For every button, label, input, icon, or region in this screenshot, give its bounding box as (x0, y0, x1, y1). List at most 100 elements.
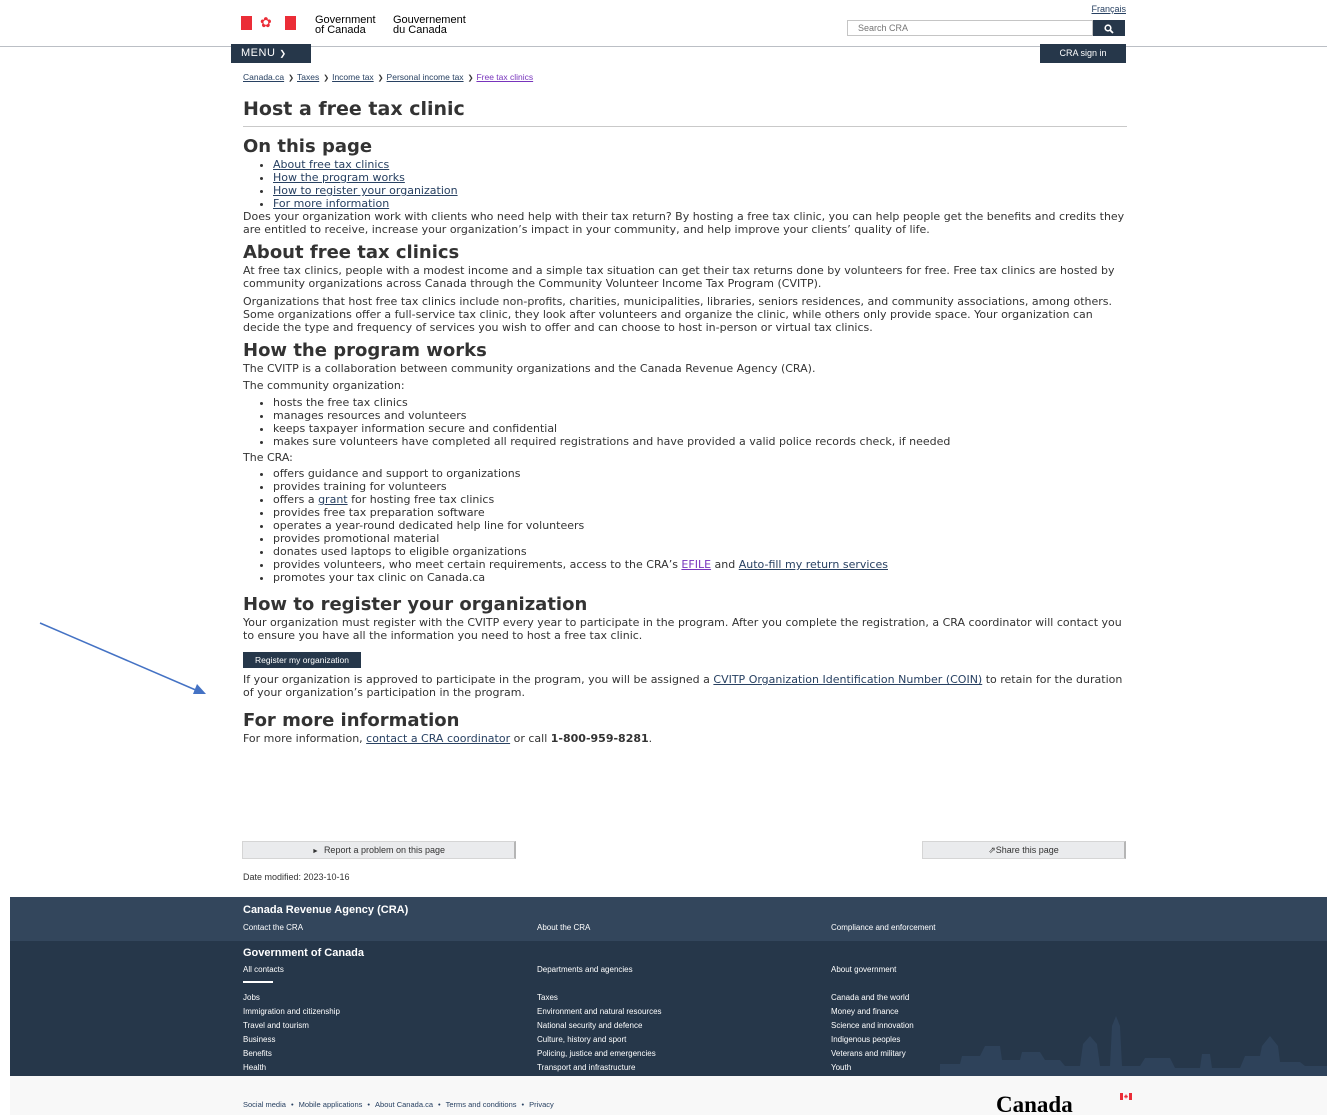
list-item: provides training for volunteers (273, 480, 1127, 493)
community-list: hosts the free tax clinics manages resou… (243, 396, 1127, 448)
cra-list: offers guidance and support to organizat… (243, 467, 1127, 584)
list-item: makes sure volunteers have completed all… (273, 435, 1127, 448)
breadcrumb-taxes[interactable]: Taxes (297, 72, 319, 82)
toc-link-register[interactable]: How to register your organization (273, 184, 458, 197)
more-info-heading: For more information (243, 710, 460, 731)
canada-flag-icon: ✿ (241, 15, 296, 31)
footer-theme-link[interactable]: Business (243, 1035, 275, 1044)
footer-theme-link[interactable]: Immigration and citizenship (243, 1007, 340, 1016)
phone-number: 1-800-959-8281 (550, 732, 649, 745)
register-organization-button[interactable]: Register my organization (243, 652, 362, 668)
footer-link[interactable]: Departments and agencies (537, 965, 633, 974)
date-modified: Date modified: 2023-10-16 (243, 872, 350, 882)
cra-footer: Canada Revenue Agency (CRA) Contact the … (10, 897, 1327, 941)
program-heading: How the program works (243, 340, 487, 361)
footer-theme-link[interactable]: Veterans and military (831, 1049, 906, 1058)
gov-signature-en[interactable]: Government of Canada (315, 15, 376, 36)
breadcrumb-separator-icon: ❯ (377, 75, 384, 82)
community-label: The community organization: (243, 379, 405, 392)
list-item: provides volunteers, who meet certain re… (273, 558, 1127, 571)
toc-item: For more information (273, 197, 1127, 210)
bottom-link-privacy[interactable]: Privacy (529, 1100, 554, 1109)
parliament-skyline-icon (940, 1016, 1327, 1076)
footer-link[interactable]: About the CRA (537, 923, 590, 932)
toc-item: About free tax clinics (273, 158, 1127, 171)
auto-fill-link[interactable]: Auto-fill my return services (739, 558, 888, 571)
list-item: manages resources and volunteers (273, 409, 1127, 422)
toc-link-more[interactable]: For more information (273, 197, 389, 210)
main-content: Host a free tax clinic On this page Abou… (243, 95, 1127, 745)
footer-link[interactable]: All contacts (243, 965, 284, 974)
contact-coordinator-link[interactable]: contact a CRA coordinator (366, 732, 510, 745)
list-item: promotes your tax clinic on Canada.ca (273, 571, 1127, 584)
breadcrumb-separator-icon: ❯ (467, 75, 474, 82)
list-item: provides promotional material (273, 532, 1127, 545)
share-label: Share this page (995, 845, 1059, 855)
more-info-paragraph: For more information, contact a CRA coor… (243, 732, 653, 745)
list-item: provides free tax preparation software (273, 506, 1127, 519)
page-title: Host a free tax clinic (243, 95, 1127, 127)
footer-theme-link[interactable]: Canada and the world (831, 993, 909, 1002)
coin-link[interactable]: CVITP Organization Identification Number… (713, 673, 982, 686)
bottom-link-mobile[interactable]: Mobile applications (299, 1100, 363, 1109)
footer-link[interactable]: About government (831, 965, 896, 974)
footer-theme-link[interactable]: Transport and infrastructure (537, 1063, 635, 1072)
language-toggle-link[interactable]: Français (1091, 4, 1126, 14)
report-label: Report a problem on this page (323, 845, 446, 855)
share-icon: ⇗ (988, 845, 996, 855)
register-button-wrap: Register my organization (243, 648, 1127, 668)
list-item: operates a year-round dedicated help lin… (273, 519, 1127, 532)
toc-link-program[interactable]: How the program works (273, 171, 405, 184)
breadcrumb: Canada.ca ❯ Taxes ❯ Income tax ❯ Personal inco… (243, 72, 533, 82)
cra-sign-in-button[interactable]: CRA sign in (1040, 44, 1126, 63)
bottom-links: Social media • Mobile applications • About C… (243, 1100, 554, 1109)
search-icon (1104, 24, 1114, 34)
footer-theme-link[interactable]: Health (243, 1063, 266, 1072)
bottom-link-about[interactable]: About Canada.ca (375, 1100, 433, 1109)
site-header: ✿ Government of Canada Gouvernement du Can… (0, 0, 1327, 47)
share-page-button[interactable]: ⇗Share this page (922, 841, 1126, 859)
register-heading: How to register your organization (243, 594, 588, 615)
footer-theme-link[interactable]: Culture, history and sport (537, 1035, 626, 1044)
toc-heading: On this page (243, 136, 373, 157)
toc-link-about[interactable]: About free tax clinics (273, 158, 389, 171)
footer-divider (243, 981, 273, 983)
search-button[interactable] (1093, 20, 1125, 36)
footer-theme-link[interactable]: Taxes (537, 993, 558, 1002)
list-item: keeps taxpayer information secure and co… (273, 422, 1127, 435)
efile-link[interactable]: EFILE (681, 558, 711, 571)
canada-wordmark: Canada (996, 1092, 1073, 1117)
list-item: donates used laptops to eligible organiz… (273, 545, 1127, 558)
report-problem-button[interactable]: ► Report a problem on this page (242, 841, 516, 859)
breadcrumb-canada[interactable]: Canada.ca (243, 72, 284, 82)
toc-list: About free tax clinics How the program w… (243, 158, 1127, 210)
about-paragraph-2: Organizations that host free tax clinics… (243, 295, 1112, 334)
footer-theme-link[interactable]: Benefits (243, 1049, 272, 1058)
footer-theme-link[interactable]: Policing, justice and emergencies (537, 1049, 656, 1058)
gov-signature-fr[interactable]: Gouvernement du Canada (393, 15, 466, 36)
footer-theme-link[interactable]: Indigenous peoples (831, 1035, 900, 1044)
footer-theme-link[interactable]: Jobs (243, 993, 260, 1002)
footer-link[interactable]: Compliance and enforcement (831, 923, 936, 932)
breadcrumb-separator-icon: ❯ (288, 75, 294, 82)
footer-theme-link[interactable]: National security and defence (537, 1021, 642, 1030)
canada-wordmark-flag-icon (1120, 1093, 1132, 1100)
footer-theme-link[interactable]: Youth (831, 1063, 851, 1072)
footer-theme-link[interactable]: Science and innovation (831, 1021, 914, 1030)
bottom-link-social[interactable]: Social media (243, 1100, 286, 1109)
footer-theme-link[interactable]: Travel and tourism (243, 1021, 309, 1030)
toc-item: How the program works (273, 171, 1127, 184)
triangle-right-icon: ► (311, 848, 319, 855)
menu-button[interactable]: MENU ❯ (231, 44, 311, 63)
program-intro: The CVITP is a collaboration between com… (243, 362, 816, 375)
search-input[interactable] (847, 20, 1093, 36)
breadcrumb-income-tax[interactable]: Income tax (332, 72, 374, 82)
breadcrumb-personal-income-tax[interactable]: Personal income tax (387, 72, 464, 82)
footer-theme-link[interactable]: Environment and natural resources (537, 1007, 662, 1016)
breadcrumb-free-tax-clinics[interactable]: Free tax clinics (476, 72, 533, 82)
footer-link[interactable]: Contact the CRA (243, 923, 303, 932)
footer-theme-link[interactable]: Money and finance (831, 1007, 899, 1016)
grant-link[interactable]: grant (318, 493, 348, 506)
intro-paragraph: Does your organization work with clients… (243, 210, 1125, 236)
bottom-link-terms[interactable]: Terms and conditions (446, 1100, 517, 1109)
